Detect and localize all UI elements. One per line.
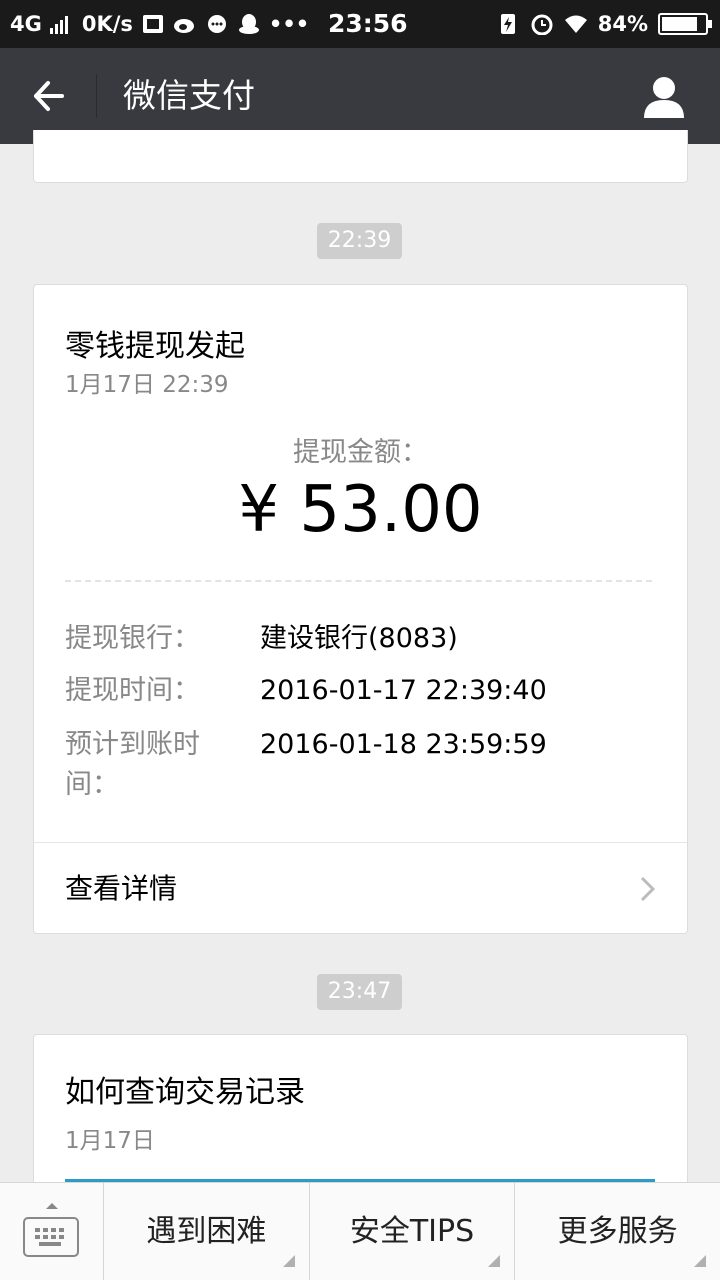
amount-label: 提现金额：	[293, 437, 428, 468]
network-type: 4G	[10, 12, 42, 36]
menu-security-tips-label: 安全TIPS	[349, 1214, 475, 1249]
menu-help-label: 遇到困难	[146, 1214, 267, 1249]
menu-security-tips[interactable]: 安全TIPS	[310, 1183, 516, 1280]
chat-icon	[207, 15, 226, 33]
time-label: 提现时间：	[65, 675, 200, 706]
amount-value: ¥ 53.00	[238, 473, 483, 547]
title-divider	[96, 74, 97, 118]
more-icon: •••	[268, 12, 310, 36]
view-details-label: 查看详情	[65, 872, 178, 905]
menu-more-services[interactable]: 更多服务	[515, 1183, 720, 1280]
user-profile-icon[interactable]	[642, 74, 686, 118]
card-title: 零钱提现发起	[65, 329, 245, 364]
menu-more-services-label: 更多服务	[557, 1214, 678, 1249]
caret-up-icon	[46, 1203, 58, 1209]
battery-icon	[658, 13, 712, 35]
card-date: 1月17日 22:39	[65, 372, 229, 398]
back-arrow-icon[interactable]	[28, 76, 68, 116]
charging-icon	[500, 14, 515, 34]
submenu-indicator-icon	[694, 1255, 707, 1267]
status-bar: 4G 0K/s ••• 23:56 84%	[0, 0, 720, 48]
time-value: 2016-01-17 22:39:40	[260, 675, 547, 706]
bank-value: 建设银行(8083)	[260, 623, 458, 654]
arrival-value: 2016-01-18 23:59:59	[260, 729, 547, 760]
withdraw-card: 零钱提现发起 1月17日 22:39 提现金额： ¥ 53.00 提现银行： 建…	[33, 284, 688, 934]
clock: 23:56	[328, 9, 408, 38]
submenu-indicator-icon	[282, 1255, 295, 1267]
timestamp: 23:47	[317, 974, 402, 1010]
keyboard-toggle-button[interactable]	[0, 1183, 104, 1280]
menu-help[interactable]: 遇到困难	[104, 1183, 310, 1280]
bottom-menu-bar: 遇到困难 安全TIPS 更多服务	[0, 1182, 720, 1280]
dashed-divider	[65, 580, 652, 582]
view-details-row[interactable]: 查看详情	[34, 843, 687, 935]
alarm-icon	[531, 14, 553, 35]
battery-level	[662, 17, 697, 31]
wifi-icon	[564, 15, 587, 33]
qq-icon	[238, 14, 259, 34]
query-card[interactable]: 如何查询交易记录 1月17日	[33, 1034, 688, 1194]
bank-label: 提现银行：	[65, 623, 200, 654]
status-left: 4G 0K/s •••	[10, 0, 309, 48]
submenu-indicator-icon	[488, 1255, 501, 1267]
card-date: 1月17日	[65, 1128, 155, 1154]
status-right: 84%	[496, 0, 712, 48]
app-notification-icon	[142, 15, 163, 33]
arrival-label: 预计到账时间：	[65, 729, 200, 800]
chevron-right-icon	[640, 876, 656, 902]
keyboard-icon	[23, 1217, 79, 1257]
keyboard-keys	[35, 1228, 64, 1246]
card-title: 如何查询交易记录	[65, 1075, 305, 1110]
battery-percent: 84%	[597, 12, 648, 36]
net-speed: 0K/s	[81, 12, 133, 36]
signal-icon	[49, 14, 68, 34]
timestamp: 22:39	[317, 223, 402, 259]
weibo-icon	[173, 19, 194, 33]
previous-card[interactable]	[33, 130, 688, 183]
